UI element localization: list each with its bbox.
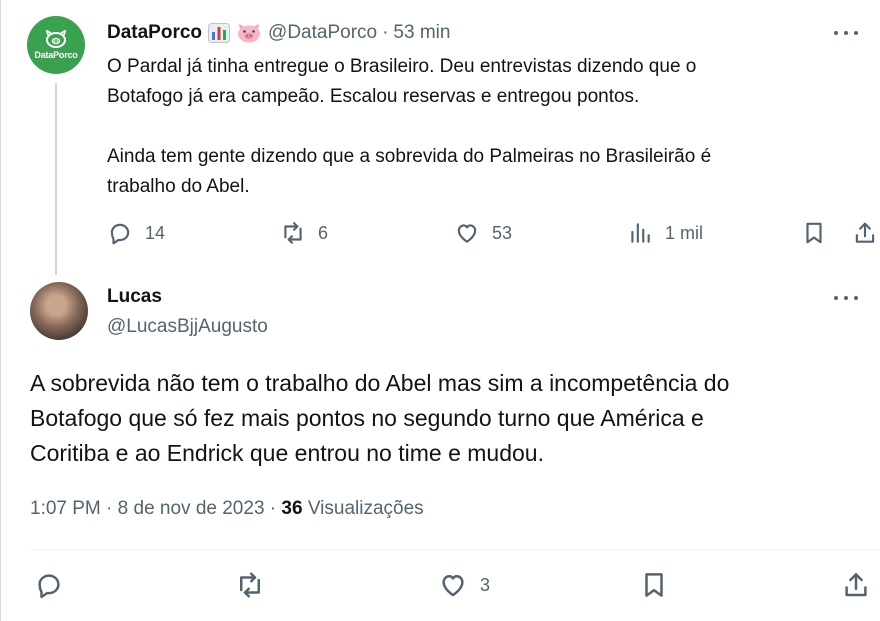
like-button[interactable]: 53 bbox=[454, 218, 512, 248]
tweet-actions: 14 6 53 1 mil bbox=[107, 218, 877, 248]
author-handle[interactable]: @DataPorco bbox=[268, 22, 377, 44]
bar-chart-icon bbox=[208, 23, 231, 43]
tweet-text-line: A sobrevida não tem o trabalho do Abel m… bbox=[30, 370, 730, 396]
separator-dot: · bbox=[382, 22, 389, 43]
views-icon bbox=[631, 223, 650, 243]
repost-icon bbox=[284, 222, 302, 244]
reply-icon bbox=[110, 223, 130, 245]
views-count: 1 mil bbox=[665, 222, 704, 243]
tweet-text-line: trabalho do Abel. bbox=[107, 176, 250, 197]
repost-button[interactable]: 6 bbox=[280, 218, 328, 248]
bookmark-button[interactable] bbox=[801, 218, 827, 248]
tweet-date[interactable]: 8 de nov de 2023 bbox=[118, 498, 265, 519]
share-icon bbox=[855, 222, 875, 243]
more-options-icon[interactable] bbox=[834, 292, 858, 304]
share-button[interactable] bbox=[841, 570, 871, 600]
divider bbox=[30, 549, 880, 550]
share-button[interactable] bbox=[852, 218, 878, 248]
tweet-header: DataPorco @DataPorco · 53 min bbox=[107, 20, 450, 46]
heart-icon bbox=[457, 224, 477, 243]
like-button[interactable]: 3 bbox=[438, 570, 490, 600]
views-label: Visualizações bbox=[307, 498, 424, 519]
tweet-timestamp[interactable]: 1:07 PM bbox=[30, 498, 101, 519]
tweet-text: O Pardal já tinha entregue o Brasileiro.… bbox=[107, 52, 847, 202]
repost-button[interactable] bbox=[235, 570, 265, 600]
reply-count: 14 bbox=[145, 222, 166, 243]
tweet-actions: 3 bbox=[30, 570, 880, 602]
tweet-text-line: Botafogo já era campeão. Escalou reserva… bbox=[107, 86, 640, 107]
more-options-icon[interactable] bbox=[834, 27, 858, 39]
thread-connector bbox=[55, 83, 57, 275]
repost-icon bbox=[240, 572, 260, 598]
author-name[interactable]: Lucas bbox=[107, 286, 162, 308]
avatar-logo-text: DataPorco bbox=[34, 50, 78, 60]
tweet-text-line: Ainda tem gente dizendo que a sobrevida … bbox=[107, 146, 712, 167]
avatar[interactable] bbox=[30, 282, 88, 340]
reply-icon bbox=[38, 574, 60, 599]
reply-button[interactable]: 14 bbox=[107, 218, 165, 248]
separator-dot: · bbox=[106, 498, 118, 519]
tweet-meta: 1:07 PM · 8 de nov de 2023 · 36 Visualiz… bbox=[30, 498, 424, 520]
views-button[interactable]: 1 mil bbox=[627, 218, 703, 248]
left-border bbox=[0, 0, 1, 621]
reply-button[interactable] bbox=[34, 570, 64, 600]
like-count: 53 bbox=[492, 222, 513, 243]
heart-icon bbox=[442, 575, 464, 597]
tweet-text-line: Coritiba e ao Endrick que entrou no time… bbox=[30, 440, 544, 466]
share-icon bbox=[845, 573, 867, 597]
tweet-text-line: O Pardal já tinha entregue o Brasileiro.… bbox=[107, 56, 697, 77]
repost-count: 6 bbox=[318, 222, 329, 243]
tweet-text-line: Botafogo que só fez mais pontos no segun… bbox=[30, 405, 704, 431]
bookmark-icon bbox=[806, 222, 822, 244]
like-count: 3 bbox=[480, 574, 491, 595]
bookmark-icon bbox=[645, 573, 663, 597]
avatar[interactable]: DataPorco bbox=[27, 16, 85, 74]
tweet-text: A sobrevida não tem o trabalho do Abel m… bbox=[30, 366, 860, 471]
author-name[interactable]: DataPorco bbox=[107, 22, 202, 44]
bookmark-button[interactable] bbox=[639, 570, 669, 600]
separator-dot: · bbox=[269, 498, 282, 519]
tweet-time[interactable]: 53 min bbox=[393, 22, 450, 44]
pig-face-icon bbox=[238, 24, 261, 43]
pig-logo-icon bbox=[45, 30, 67, 48]
views-count: 36 bbox=[281, 498, 303, 519]
author-handle[interactable]: @LucasBjjAugusto bbox=[107, 316, 268, 338]
